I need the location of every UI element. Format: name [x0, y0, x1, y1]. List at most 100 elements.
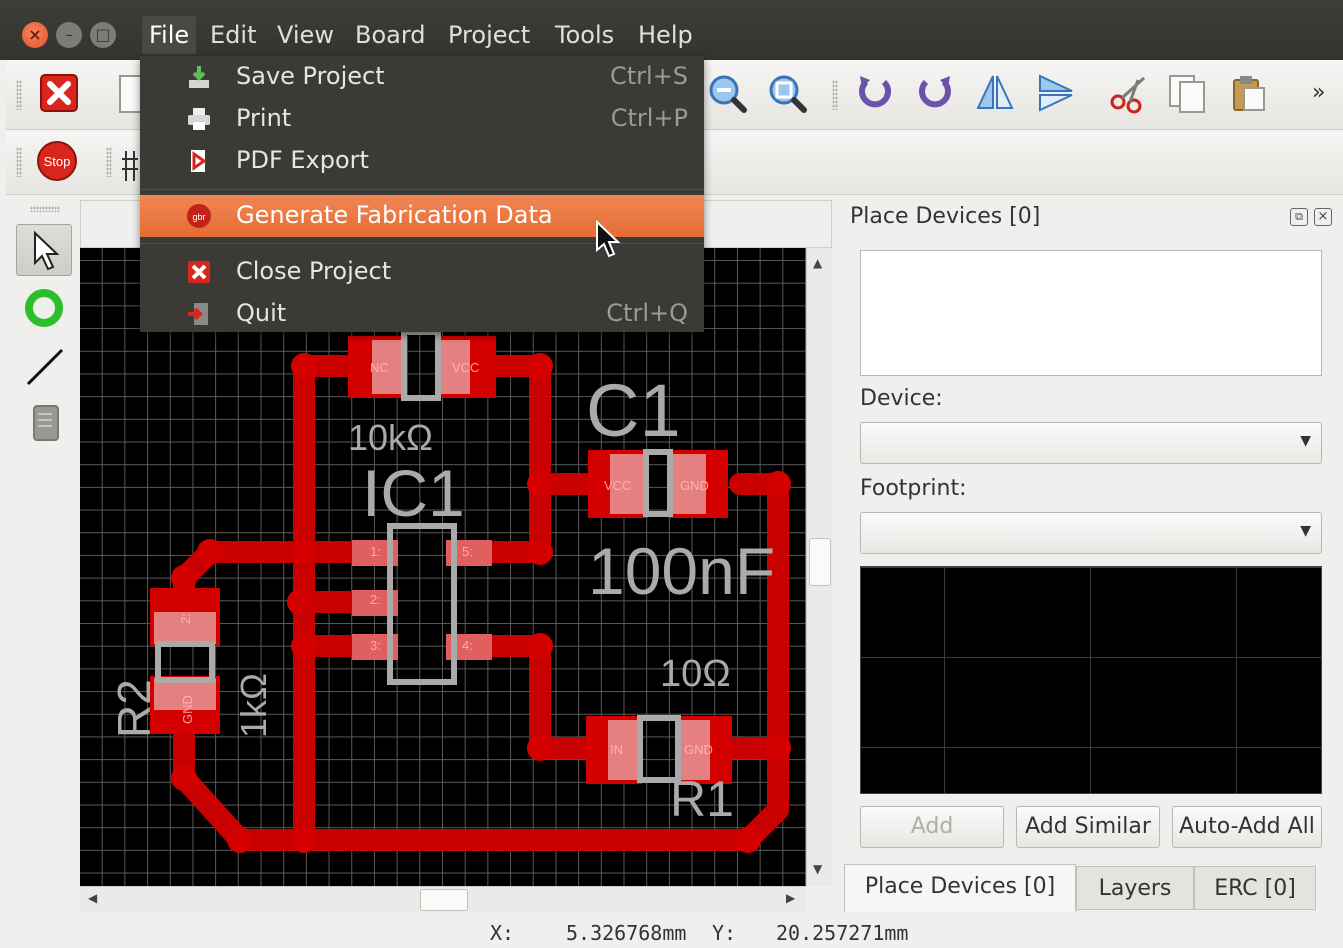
close-editor-icon[interactable]	[38, 72, 80, 114]
toolbar-overflow-button[interactable]: »	[1312, 80, 1325, 105]
quit-icon	[188, 303, 208, 325]
device-label: Device:	[860, 386, 943, 411]
label-r2-value: 1kΩ	[233, 673, 274, 738]
add-button[interactable]: Add	[860, 806, 1004, 848]
x-label: X:	[490, 921, 515, 945]
pad-nc: NC	[370, 360, 389, 375]
tab-layers[interactable]: Layers	[1076, 866, 1194, 910]
rotate-cw-icon[interactable]	[914, 72, 956, 114]
menu-board[interactable]: Board	[348, 16, 433, 54]
menu-item-label: Save Project	[236, 62, 385, 90]
board-canvas[interactable]: C1 100nF IC1 10kΩ R1 10Ω R2 1kΩ NC VCC V…	[80, 248, 806, 886]
pad-vcc-top: VCC	[452, 360, 479, 375]
dock-close-button[interactable]: ×	[1314, 208, 1332, 226]
pad-r2-top: 2:	[178, 613, 193, 624]
copy-icon[interactable]	[1166, 72, 1208, 114]
rotate-ccw-icon[interactable]	[854, 72, 896, 114]
toolbar-grip-3[interactable]	[16, 147, 22, 177]
board-drawing: C1 100nF IC1 10kΩ R1 10Ω R2 1kΩ NC VCC V…	[108, 329, 791, 853]
pad-r2-gnd: GND	[180, 695, 195, 724]
vertical-scrollbar[interactable]: ▲ ▼	[806, 248, 832, 886]
menu-view[interactable]: View	[270, 16, 341, 54]
dock-float-button[interactable]: ⧉	[1290, 208, 1308, 226]
place-devices-dock: Place Devices [0] ⧉ × Device: ▼ Footprin…	[838, 200, 1343, 915]
mirror-vertical-icon[interactable]	[1036, 72, 1078, 114]
x-coordinate: 5.326768mm	[566, 921, 687, 945]
select-tool-button[interactable]	[16, 224, 72, 276]
mirror-horizontal-icon[interactable]	[974, 72, 1016, 114]
menu-item-pdf-export[interactable]: PDF Export	[140, 140, 704, 182]
footprint-label: Footprint:	[860, 476, 967, 501]
label-r1: R1	[670, 771, 734, 827]
draw-trace-tool-button[interactable]	[16, 340, 72, 392]
horizontal-scrollbar[interactable]: ◀ ▶	[80, 886, 806, 912]
y-coordinate: 20.257271mm	[776, 921, 909, 945]
tool-palette	[6, 200, 76, 915]
shortcut-label: Ctrl+Q	[606, 299, 688, 327]
pad-c1-gnd: GND	[680, 478, 709, 493]
menu-tools[interactable]: Tools	[548, 16, 621, 54]
window-minimize-button[interactable]: –	[56, 22, 82, 48]
menu-item-label: Close Project	[236, 257, 392, 285]
shortcut-label: Ctrl+S	[609, 62, 688, 90]
printer-icon	[188, 108, 210, 130]
pad-ic-1: 1:	[370, 544, 381, 559]
chevron-down-icon: ▼	[1300, 523, 1311, 539]
menu-item-print[interactable]: Print Ctrl+P	[140, 98, 704, 140]
scroll-left-arrow-icon[interactable]: ◀	[88, 891, 97, 905]
scroll-down-arrow-icon[interactable]: ▼	[813, 862, 822, 876]
tab-erc[interactable]: ERC [0]	[1194, 866, 1316, 910]
label-r-top-value: 10kΩ	[348, 417, 433, 458]
window-maximize-button[interactable]: □	[90, 22, 116, 48]
menu-item-save-project[interactable]: Save Project Ctrl+S	[140, 56, 704, 98]
stop-icon[interactable]: Stop	[36, 140, 78, 182]
label-c1-value: 100nF	[588, 534, 775, 608]
window-close-button[interactable]: ×	[22, 22, 48, 48]
menu-help[interactable]: Help	[631, 16, 700, 54]
unplaced-devices-list[interactable]	[860, 250, 1322, 376]
cut-icon[interactable]	[1108, 72, 1150, 114]
pad-ic-2: 2:	[370, 592, 381, 607]
menu-project[interactable]: Project	[441, 16, 537, 54]
stop-label: Stop	[44, 154, 71, 169]
pad-ic-4: 4:	[462, 638, 473, 653]
gerber-icon: gbr	[187, 204, 211, 228]
scroll-right-arrow-icon[interactable]: ▶	[786, 891, 795, 905]
chip-icon	[33, 405, 59, 441]
add-device-tool-button[interactable]	[16, 398, 72, 450]
add-via-tool-button[interactable]	[16, 282, 72, 334]
device-select[interactable]: ▼	[860, 422, 1322, 464]
toolbar-grip-4[interactable]	[106, 147, 112, 177]
footprint-preview	[860, 566, 1322, 794]
menu-edit[interactable]: Edit	[203, 16, 263, 54]
via-icon	[25, 289, 63, 327]
toolbar-grip[interactable]	[16, 80, 22, 110]
palette-grip[interactable]	[30, 206, 60, 212]
paste-icon[interactable]	[1228, 72, 1270, 114]
close-project-icon	[188, 261, 210, 283]
menu-item-quit[interactable]: Quit Ctrl+Q	[140, 293, 704, 335]
horizontal-scroll-thumb[interactable]	[420, 889, 468, 911]
vertical-scroll-thumb[interactable]	[809, 538, 831, 586]
grid-icon[interactable]	[122, 145, 142, 187]
title-menu-bar: × – □ File Edit View Board Project Tools…	[0, 0, 1343, 60]
tab-place-devices[interactable]: Place Devices [0]	[844, 864, 1076, 912]
save-icon	[189, 66, 209, 88]
pad-r1-in: IN	[610, 742, 623, 757]
menu-file[interactable]: File	[142, 16, 197, 54]
zoom-fit-icon[interactable]	[766, 72, 808, 114]
footprint-select[interactable]: ▼	[860, 512, 1322, 554]
pdf-icon	[191, 150, 207, 172]
auto-add-all-button[interactable]: Auto-Add All	[1172, 806, 1322, 848]
label-r2: R2	[108, 679, 160, 738]
file-menu-dropdown: Save Project Ctrl+S Print Ctrl+P PDF Exp…	[140, 56, 704, 332]
mouse-cursor-icon	[596, 220, 621, 258]
scroll-up-arrow-icon[interactable]: ▲	[813, 256, 822, 270]
pad-ic-5: 5:	[462, 544, 473, 559]
add-similar-button[interactable]: Add Similar	[1016, 806, 1160, 848]
toolbar-grip-2[interactable]	[832, 80, 838, 110]
menu-item-label: PDF Export	[236, 146, 369, 174]
zoom-out-icon[interactable]	[706, 72, 748, 114]
menu-item-label: Quit	[236, 299, 287, 327]
line-icon	[26, 348, 64, 386]
